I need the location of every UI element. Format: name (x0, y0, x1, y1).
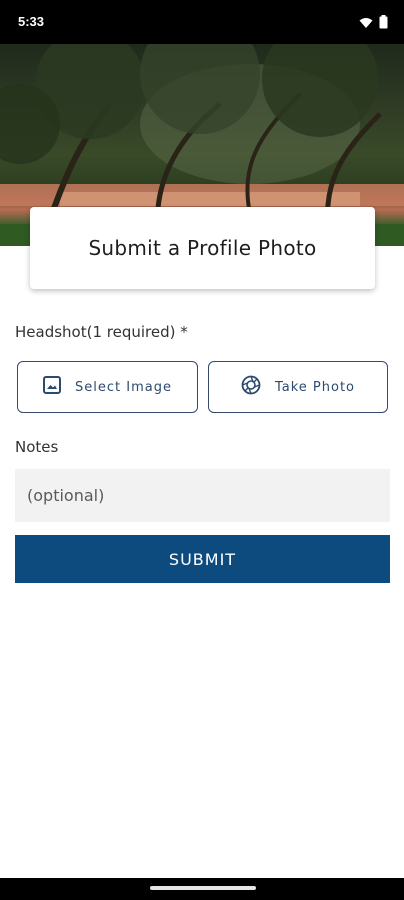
notes-label: Notes (15, 438, 59, 456)
page-title: Submit a Profile Photo (88, 236, 317, 260)
wifi-icon (359, 14, 373, 33)
status-time: 5:33 (18, 14, 45, 29)
status-icons (359, 14, 388, 33)
image-icon (43, 376, 62, 398)
notes-input[interactable] (15, 469, 390, 522)
headshot-label: Headshot(1 required) * (15, 323, 188, 341)
take-photo-label: Take Photo (274, 379, 356, 395)
status-bar: 5:33 (0, 0, 404, 44)
camera-shutter-icon (241, 375, 261, 399)
title-card: Submit a Profile Photo (30, 207, 375, 289)
navigation-bar (0, 878, 404, 900)
take-photo-button[interactable]: Take Photo (208, 361, 388, 413)
select-image-button[interactable]: Select Image (17, 361, 198, 413)
battery-icon (379, 14, 388, 33)
select-image-label: Select Image (75, 379, 172, 395)
submit-button[interactable]: SUBMIT (15, 535, 390, 583)
home-gesture-handle[interactable] (150, 886, 256, 890)
